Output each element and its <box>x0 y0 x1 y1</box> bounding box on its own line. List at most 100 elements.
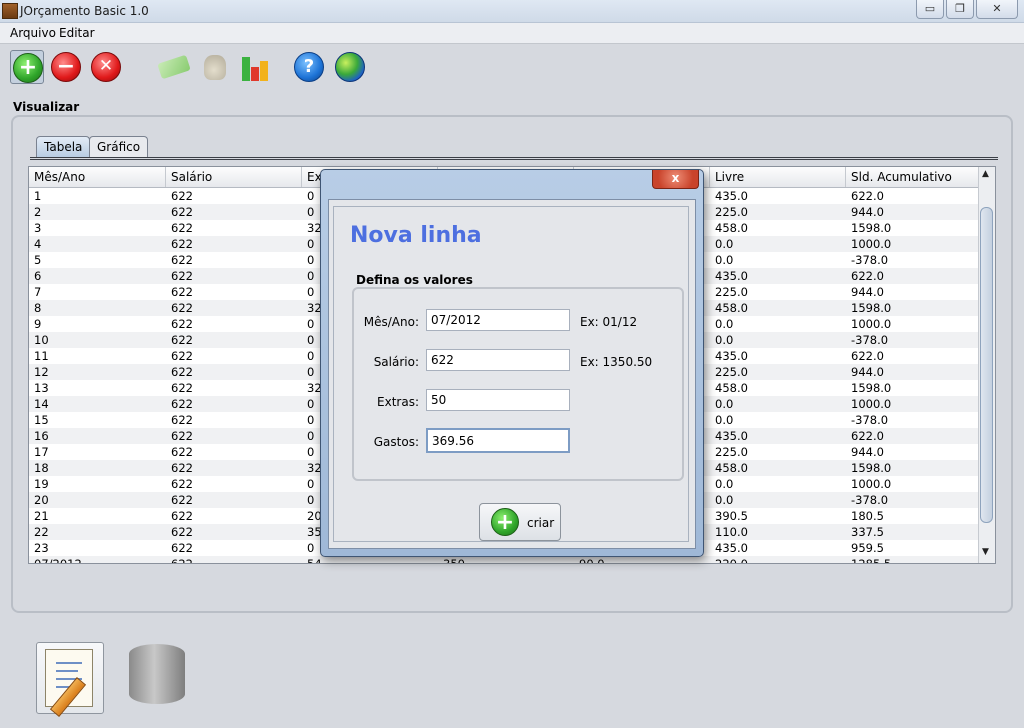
vertical-scrollbar[interactable]: ▲ ▼ <box>978 167 995 563</box>
table-cell: 622 <box>171 285 193 299</box>
dialog-body: Nova linha Defina os valores Mês/Ano: Ex… <box>328 199 696 549</box>
table-cell: 21 <box>34 509 49 523</box>
mes-ano-input[interactable] <box>426 309 570 331</box>
dialog-close-button[interactable]: x <box>652 170 699 189</box>
database-icon <box>129 644 185 704</box>
table-cell: 1285.5 <box>851 557 892 564</box>
dialog-content: Nova linha Defina os valores Mês/Ano: Ex… <box>333 206 689 542</box>
table-cell: 0.0 <box>715 237 734 251</box>
column-header[interactable]: Mês/Ano <box>29 167 166 187</box>
table-cell: 0.0 <box>715 333 734 347</box>
table-cell: 10 <box>34 333 49 347</box>
menu-arquivo[interactable]: Arquivo <box>10 26 56 40</box>
table-cell: 18 <box>34 461 49 475</box>
menu-bar: Arquivo Editar <box>0 23 1024 44</box>
table-cell: 622.0 <box>851 269 884 283</box>
table-cell: 622 <box>171 333 193 347</box>
field-label-gastos: Gastos: <box>373 435 419 449</box>
table-cell: 225.0 <box>715 445 748 459</box>
table-cell: 622 <box>171 525 193 539</box>
minimize-button[interactable]: ▭ <box>916 0 944 19</box>
table-cell: 1598.0 <box>851 301 892 315</box>
table-row[interactable]: 07/2012 622 54 350 90.0 220.0 1285.5 <box>29 556 979 564</box>
table-cell: 622 <box>171 237 193 251</box>
tab-divider <box>30 157 998 160</box>
title-bar: JOrçamento Basic 1.0 ▭ ❐ ✕ <box>0 0 1024 23</box>
column-header[interactable]: Livre <box>710 167 846 187</box>
table-cell: 23 <box>34 541 49 555</box>
remove-button[interactable]: − <box>49 50 83 84</box>
field-label-salario: Salário: <box>373 355 419 369</box>
tab-grafico[interactable]: Gráfico <box>89 136 149 157</box>
table-cell: 0.0 <box>715 477 734 491</box>
table-cell: 6 <box>34 269 42 283</box>
extras-input[interactable] <box>426 389 570 411</box>
scroll-down-arrow[interactable]: ▼ <box>982 547 989 557</box>
table-cell: 622 <box>171 365 193 379</box>
table-cell: 0 <box>307 285 315 299</box>
gastos-input[interactable] <box>426 428 570 453</box>
table-cell: 944.0 <box>851 365 884 379</box>
delete-icon: ✕ <box>91 52 121 82</box>
table-cell: 0 <box>307 477 315 491</box>
table-cell: 0 <box>307 349 315 363</box>
values-fieldset: Mês/Ano: Ex: 01/12 Salário: Ex: 1350.50 … <box>352 287 684 481</box>
table-cell: 622 <box>171 397 193 411</box>
column-header[interactable]: Sld. Acumulativo <box>846 167 979 187</box>
table-cell: 220.0 <box>715 557 748 564</box>
table-cell: 19 <box>34 477 49 491</box>
column-header[interactable]: Salário <box>166 167 302 187</box>
add-icon: + <box>491 508 519 536</box>
table-cell: 0 <box>307 237 315 251</box>
table-cell: 1000.0 <box>851 477 892 491</box>
web-button[interactable] <box>333 50 367 84</box>
help-button[interactable]: ? <box>292 50 326 84</box>
table-cell: 54 <box>307 557 322 564</box>
add-button[interactable]: + <box>10 50 44 84</box>
table-cell: 110.0 <box>715 525 748 539</box>
delete-button[interactable]: ✕ <box>89 50 123 84</box>
table-cell: 1000.0 <box>851 237 892 251</box>
edit-button[interactable] <box>36 642 104 717</box>
salario-input[interactable] <box>426 349 570 371</box>
remove-icon: − <box>51 52 81 82</box>
criar-label: criar <box>527 516 555 530</box>
criar-button[interactable]: + criar <box>479 503 561 541</box>
income-button[interactable] <box>157 50 191 84</box>
tab-tabela[interactable]: Tabela <box>36 136 91 157</box>
table-cell: 2 <box>34 205 42 219</box>
table-cell: 622 <box>171 477 193 491</box>
table-cell: 458.0 <box>715 381 748 395</box>
database-button[interactable] <box>124 642 192 714</box>
table-cell: 944.0 <box>851 445 884 459</box>
table-cell: 0 <box>307 365 315 379</box>
scroll-up-arrow[interactable]: ▲ <box>982 169 989 179</box>
table-cell: 622 <box>171 253 193 267</box>
table-cell: 0 <box>307 317 315 331</box>
restore-button[interactable]: ❐ <box>946 0 974 19</box>
table-cell: 458.0 <box>715 221 748 235</box>
table-cell: 622 <box>171 509 193 523</box>
table-cell: 0 <box>307 445 315 459</box>
table-cell: 225.0 <box>715 205 748 219</box>
table-cell: 0.0 <box>715 413 734 427</box>
savings-button[interactable] <box>198 50 232 84</box>
table-cell: -378.0 <box>851 333 889 347</box>
table-cell: 622 <box>171 205 193 219</box>
table-cell: 3 <box>34 221 42 235</box>
chart-button[interactable] <box>237 50 271 84</box>
scroll-thumb[interactable] <box>980 207 993 523</box>
menu-editar[interactable]: Editar <box>59 26 95 40</box>
globe-icon <box>335 52 365 82</box>
table-cell: 622 <box>171 541 193 555</box>
table-cell: 622.0 <box>851 349 884 363</box>
table-cell: 435.0 <box>715 349 748 363</box>
table-cell: 0 <box>307 269 315 283</box>
close-window-button[interactable]: ✕ <box>976 0 1018 19</box>
table-cell: 0 <box>307 205 315 219</box>
table-cell: 4 <box>34 237 42 251</box>
table-cell: 7 <box>34 285 42 299</box>
edit-document-icon <box>45 649 93 717</box>
table-cell: 11 <box>34 349 49 363</box>
money-icon <box>157 54 191 80</box>
